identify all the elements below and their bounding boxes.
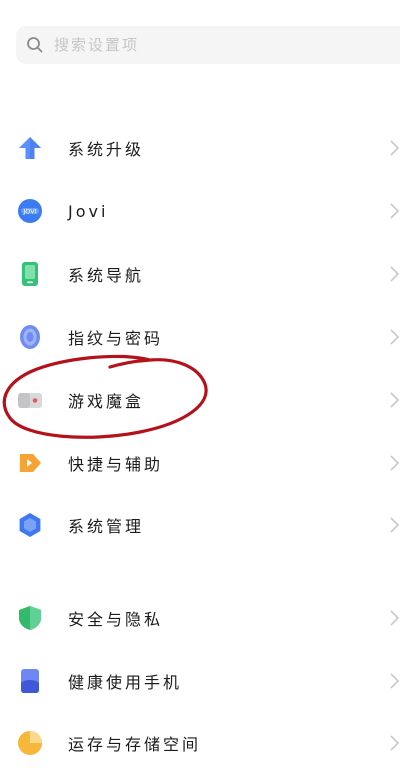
- chevron-right-icon: [390, 455, 400, 471]
- svg-text:JOVI: JOVI: [22, 208, 36, 216]
- settings-item-label: Jovi: [68, 201, 109, 221]
- settings-item-system-update[interactable]: 系统升级: [0, 119, 400, 177]
- shield-icon: [16, 604, 44, 632]
- storage-pie-icon: [16, 729, 44, 757]
- settings-item-label: 快捷与辅助: [68, 455, 164, 474]
- phone-navigation-icon: [16, 260, 44, 288]
- healthy-usage-icon: [16, 667, 44, 695]
- arrow-up-icon: [16, 134, 44, 162]
- settings-item-game-box[interactable]: 游戏魔盒: [0, 371, 400, 429]
- settings-item-label: 运存与存储空间: [68, 735, 202, 754]
- settings-page: 系统升级 JOVI Jovi: [0, 0, 400, 777]
- settings-item-ram-storage[interactable]: 运存与存储空间: [0, 714, 400, 772]
- chevron-right-icon: [390, 610, 400, 626]
- chevron-right-icon: [390, 203, 400, 219]
- system-management-icon: [16, 511, 44, 539]
- settings-item-fingerprint-password[interactable]: 指纹与密码: [0, 308, 400, 366]
- chevron-right-icon: [390, 517, 400, 533]
- settings-item-security-privacy[interactable]: 安全与隐私: [0, 589, 400, 647]
- settings-item-healthy-phone-usage[interactable]: 健康使用手机: [0, 652, 400, 710]
- settings-item-label: 游戏魔盒: [68, 392, 145, 411]
- settings-item-system-navigation[interactable]: 系统导航: [0, 245, 400, 303]
- chevron-right-icon: [390, 329, 400, 345]
- game-box-icon: [16, 386, 44, 414]
- settings-list: 系统升级 JOVI Jovi 系统导航 指纹与密码 游戏魔盒 快捷与辅助 系统管…: [0, 0, 400, 777]
- chevron-right-icon: [390, 735, 400, 751]
- settings-item-label: 系统管理: [68, 517, 145, 536]
- shortcut-icon: [16, 449, 44, 477]
- settings-item-system-management[interactable]: 系统管理: [0, 496, 400, 554]
- settings-item-label: 系统导航: [68, 266, 145, 285]
- settings-item-label: 健康使用手机: [68, 673, 183, 692]
- settings-item-label: 指纹与密码: [68, 329, 164, 348]
- fingerprint-icon: [16, 323, 44, 351]
- settings-item-jovi[interactable]: JOVI Jovi: [0, 182, 400, 240]
- chevron-right-icon: [390, 266, 400, 282]
- chevron-right-icon: [390, 392, 400, 408]
- chevron-right-icon: [390, 673, 400, 689]
- chevron-right-icon: [390, 140, 400, 156]
- settings-item-label: 系统升级: [68, 140, 145, 159]
- settings-item-label: 安全与隐私: [68, 610, 164, 629]
- jovi-icon: JOVI: [16, 197, 44, 225]
- settings-item-shortcuts-accessibility[interactable]: 快捷与辅助: [0, 434, 400, 492]
